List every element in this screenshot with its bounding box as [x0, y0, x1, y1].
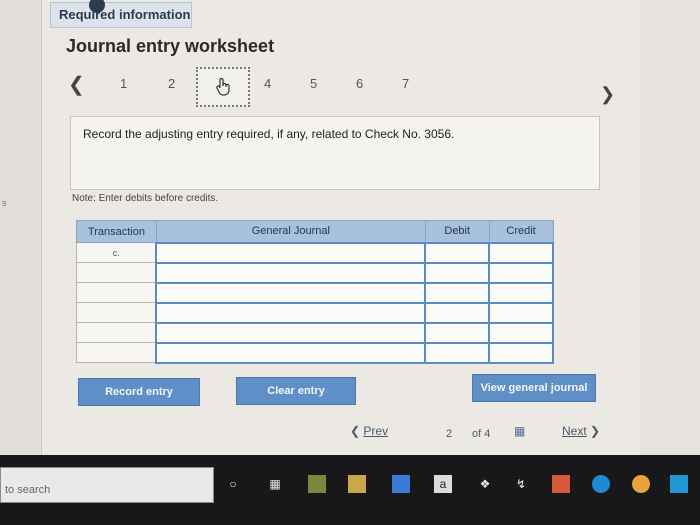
next-chevron-icon: ❯	[590, 424, 601, 438]
transaction-cell: c.	[76, 242, 157, 263]
next-label: Next	[562, 424, 587, 438]
debit-input[interactable]	[424, 241, 491, 264]
account-input[interactable]	[155, 321, 427, 344]
right-margin	[640, 0, 700, 455]
step-2[interactable]: 2	[168, 76, 175, 91]
step-3-active[interactable]	[196, 67, 250, 107]
app-icon[interactable]	[308, 475, 326, 493]
credit-input[interactable]	[488, 321, 554, 344]
transaction-cell	[76, 342, 157, 363]
taskbar-search-text: to search	[5, 484, 51, 496]
outlook-icon[interactable]	[670, 475, 688, 493]
credit-input[interactable]	[488, 261, 554, 284]
debit-input[interactable]	[424, 281, 491, 304]
col-transaction: Transaction	[76, 220, 157, 243]
debit-input[interactable]	[424, 341, 491, 364]
current-page: 2	[446, 428, 453, 440]
task-view-icon[interactable]: ▦	[266, 475, 284, 493]
mail-icon[interactable]	[392, 475, 410, 493]
account-input[interactable]	[155, 281, 427, 304]
debit-input[interactable]	[424, 261, 491, 284]
office-icon[interactable]	[552, 475, 570, 493]
zap-icon[interactable]: ↯	[512, 475, 530, 493]
account-input[interactable]	[155, 341, 427, 364]
table-row	[76, 281, 554, 304]
step-1[interactable]: 1	[120, 76, 127, 91]
prev-chevron-icon: ❮	[350, 424, 361, 438]
step-navigation: ❮ 1 2 4 5 6 7 ❯	[64, 66, 624, 112]
hand-pointer-icon	[216, 77, 230, 96]
left-margin: s	[0, 0, 42, 455]
credit-input[interactable]	[488, 301, 554, 324]
account-input[interactable]	[155, 241, 427, 264]
credit-input[interactable]	[488, 241, 554, 264]
transaction-cell	[76, 282, 157, 303]
col-general-journal: General Journal	[155, 220, 426, 243]
journal-entry-table: Transaction General Journal Debit Credit…	[76, 220, 554, 364]
step-5[interactable]: 5	[310, 76, 317, 91]
prev-label: Prev	[363, 424, 389, 438]
account-input[interactable]	[155, 261, 427, 284]
cortana-icon[interactable]: ○	[224, 475, 242, 493]
credit-input[interactable]	[488, 341, 554, 364]
table-row	[76, 261, 554, 284]
instruction-text: Record the adjusting entry required, if …	[83, 127, 455, 141]
page-title: Journal entry worksheet	[66, 36, 275, 56]
debit-input[interactable]	[424, 301, 491, 324]
transaction-cell	[76, 322, 157, 343]
col-debit: Debit	[424, 220, 490, 243]
prev-link[interactable]: ❮ Prev	[350, 424, 388, 438]
step-6[interactable]: 6	[356, 76, 363, 91]
transaction-cell	[76, 302, 157, 323]
credit-input[interactable]	[488, 281, 554, 304]
taskbar-search-input[interactable]: to search	[0, 467, 214, 503]
table-row	[76, 301, 554, 324]
previous-step-arrow-icon[interactable]: ❮	[68, 72, 85, 97]
col-credit: Credit	[488, 220, 554, 243]
edge-icon[interactable]	[592, 475, 610, 493]
page-of-total: of 4	[472, 428, 491, 440]
next-link[interactable]: Next ❯	[562, 424, 600, 438]
instruction-box: Record the adjusting entry required, if …	[70, 116, 600, 190]
note-text: Note: Enter debits before credits.	[72, 193, 219, 204]
required-information-label: Required information	[59, 7, 191, 22]
step-7[interactable]: 7	[402, 76, 409, 91]
view-general-journal-button[interactable]: View general journal	[472, 374, 596, 402]
grid-icon[interactable]: ▦	[514, 424, 525, 438]
dropbox-icon[interactable]: ❖	[476, 475, 494, 493]
step-4[interactable]: 4	[264, 76, 271, 91]
table-row	[76, 321, 554, 344]
debit-input[interactable]	[424, 321, 491, 344]
taskbar: to search ○ ▦ a ❖ ↯	[0, 455, 700, 525]
table-row: c.	[76, 241, 554, 264]
table-header-row: Transaction General Journal Debit Credit	[76, 220, 554, 243]
store-icon[interactable]	[348, 475, 366, 493]
transaction-cell	[76, 262, 157, 283]
clear-entry-button[interactable]: Clear entry	[236, 377, 356, 405]
chrome-icon[interactable]	[632, 475, 650, 493]
amazon-icon[interactable]: a	[434, 475, 452, 493]
record-entry-button[interactable]: Record entry	[78, 378, 200, 406]
required-information-tab[interactable]: Required information	[50, 0, 192, 28]
app-window: s Required information Journal entry wor…	[0, 0, 700, 455]
next-step-arrow-icon[interactable]: ❯	[600, 84, 615, 105]
table-row	[76, 341, 554, 364]
account-input[interactable]	[155, 301, 427, 324]
